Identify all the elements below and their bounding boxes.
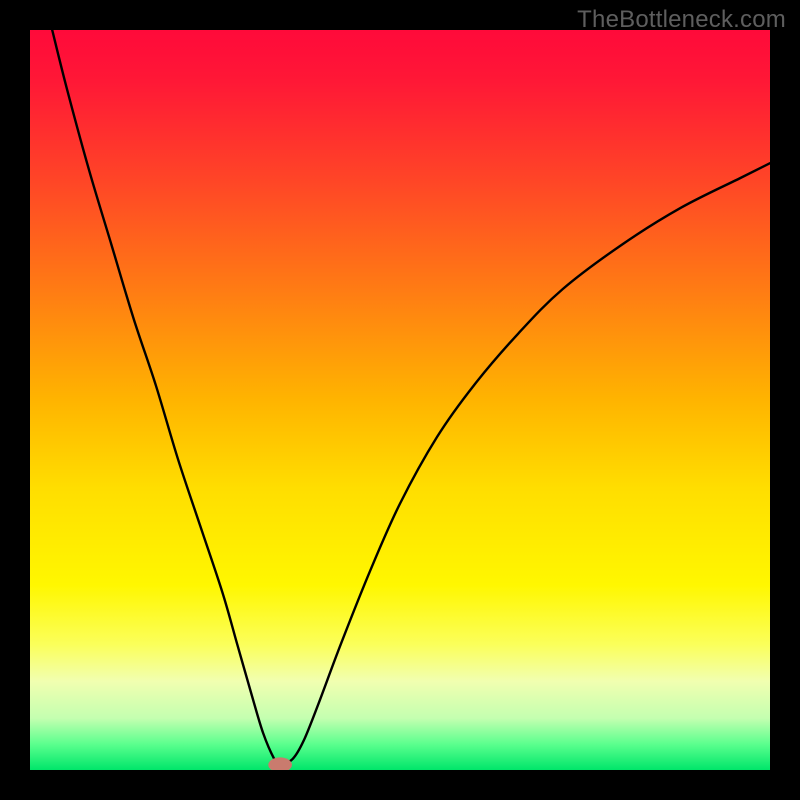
chart-frame: TheBottleneck.com	[0, 0, 800, 800]
plot-svg	[30, 30, 770, 770]
gradient-background	[30, 30, 770, 770]
plot-area	[30, 30, 770, 770]
